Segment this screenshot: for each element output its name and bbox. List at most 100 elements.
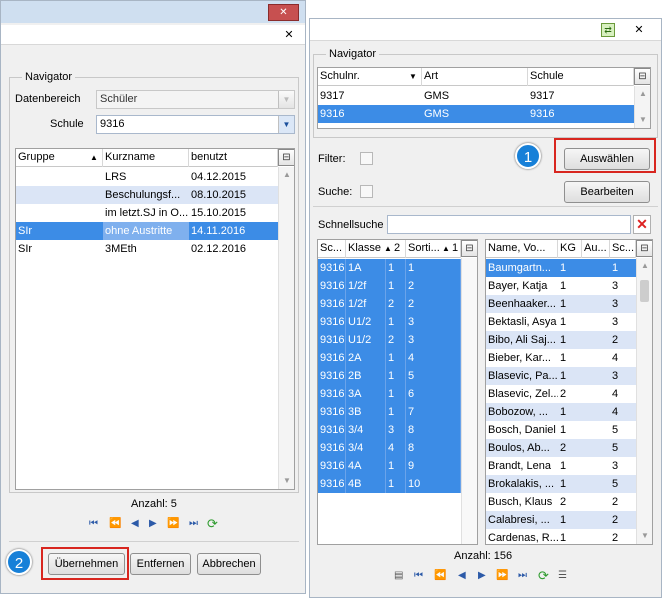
step-badge-1: 1 [515,143,541,169]
column-chooser-icon[interactable]: ⊟ [634,68,650,85]
table-row[interactable]: 9316 2A 1 4 [318,349,461,367]
right-close-x[interactable]: ✕ [631,22,647,38]
table-row[interactable]: 9316 1A 1 1 [318,259,461,277]
suche-checkbox[interactable] [360,185,373,198]
refresh-icon[interactable]: ⟳ [538,569,549,583]
table-row[interactable]: Bosch, Daniel 1 5 [486,421,636,439]
datenbereich-value: Schüler [100,93,138,105]
table-row[interactable]: Boulos, Ab... 2 5 [486,439,636,457]
table-row-selected[interactable]: 9316 GMS 9316 [318,105,634,123]
table-row[interactable]: 9316 4A 1 9 [318,457,461,475]
table-row[interactable]: 9316 3/4 4 8 [318,439,461,457]
table-row-selected[interactable]: Baumgartn... 1 1 [486,259,636,277]
grid-view-icon[interactable]: ☰ [558,569,567,583]
student-grid-scrollbar[interactable]: ▲ ▼ [636,258,652,544]
schnellsuche-input[interactable] [387,215,631,234]
filter-checkbox[interactable] [360,152,373,165]
last-record-icon[interactable]: ⏭ [518,569,527,583]
schule-value: 9316 [100,118,125,130]
highlight-auswaehlen [554,138,656,173]
table-row[interactable]: im letzt.SJ in O... 15.10.2015 [16,204,278,222]
scroll-thumb[interactable] [640,280,649,302]
refresh-icon[interactable]: ⟳ [207,517,218,531]
class-grid-scrollbar[interactable] [461,258,477,544]
table-row[interactable]: 9316 4B 1 10 [318,475,461,493]
prev-page-icon[interactable]: ⏪ [434,569,446,583]
col-schulnr[interactable]: Schulnr. ▼ [318,68,422,86]
next-page-icon[interactable]: ⏩ [496,569,508,583]
table-row[interactable]: Busch, Klaus 2 2 [486,493,636,511]
list-icon[interactable]: ▤ [394,569,403,583]
column-chooser-icon[interactable]: ⊟ [636,240,652,257]
column-chooser-icon[interactable]: ⊟ [278,149,294,166]
chevron-down-icon: ▼ [278,91,294,108]
first-record-icon[interactable]: ⏮ [414,569,423,583]
schule-select[interactable]: 9316 ▼ [96,115,295,134]
col-schulnr-short[interactable]: Sc... [318,240,346,258]
left-dialog: ✕ ✕ Navigator Datenbereich Schüler ▼ Sch… [0,0,306,594]
prev-record-icon[interactable]: ◀ [131,517,139,531]
table-row[interactable]: 9316 2B 1 5 [318,367,461,385]
bearbeiten-button[interactable]: Bearbeiten [564,181,650,203]
table-row[interactable]: Calabresi, ... 1 2 [486,511,636,529]
scroll-up-icon[interactable]: ▲ [635,86,650,102]
col-gruppe[interactable]: Gruppe ▲ [16,149,103,167]
table-row-selected[interactable]: SIr ohne Austritte 14.11.2016 [16,222,278,240]
table-row[interactable]: Blasevic, Zel... 2 4 [486,385,636,403]
next-page-icon[interactable]: ⏩ [167,517,179,531]
scroll-down-icon[interactable]: ▼ [637,528,652,544]
table-row[interactable]: 9316 U1/2 2 3 [318,331,461,349]
table-row[interactable]: Bayer, Katja 1 3 [486,277,636,295]
table-row[interactable]: 9316 1/2f 1 2 [318,277,461,295]
table-row[interactable]: Bobozow, ... 1 4 [486,403,636,421]
scroll-down-icon[interactable]: ▼ [279,473,294,489]
table-row[interactable]: 9317 GMS 9317 [318,87,634,105]
col-schule[interactable]: Schule [528,68,634,86]
table-row[interactable]: Brandt, Lena 1 3 [486,457,636,475]
table-row[interactable]: 9316 3/4 3 8 [318,421,461,439]
table-row[interactable]: Bibo, Ali Saj... 1 2 [486,331,636,349]
table-row[interactable]: Bektasli, Asya 1 3 [486,313,636,331]
table-row[interactable]: 9316 3A 1 6 [318,385,461,403]
chevron-down-icon: ▼ [278,116,294,133]
scroll-down-icon[interactable]: ▼ [635,112,650,128]
scroll-up-icon[interactable]: ▲ [279,167,294,183]
left-grid-scrollbar[interactable]: ▲ ▼ [278,167,294,489]
table-row[interactable]: LRS 04.12.2015 [16,168,278,186]
col-austritt[interactable]: Au... [582,240,610,258]
col-kurzname[interactable]: Kurzname [103,149,189,167]
left-close-button[interactable]: ✕ [268,4,299,21]
column-chooser-icon[interactable]: ⊟ [461,240,477,257]
clear-search-icon[interactable]: ✕ [633,215,651,234]
pin-icon[interactable]: ⇄ [601,23,615,37]
last-record-icon[interactable]: ⏭ [189,517,198,531]
left-close-x[interactable]: ✕ [281,27,297,43]
col-sortierung[interactable]: Sorti... ▲ 1 [406,240,461,258]
prev-page-icon[interactable]: ⏪ [109,517,121,531]
next-record-icon[interactable]: ▶ [149,517,157,531]
table-row[interactable]: Blasevic, Pa... 1 3 [486,367,636,385]
col-kg[interactable]: KG [558,240,582,258]
entfernen-button[interactable]: Entfernen [130,553,191,575]
table-row[interactable]: 9316 U1/2 1 3 [318,313,461,331]
table-row[interactable]: 9316 1/2f 2 2 [318,295,461,313]
prev-record-icon[interactable]: ◀ [458,569,466,583]
table-row[interactable]: Cardenas, R... 1 2 [486,529,636,544]
school-grid-scrollbar[interactable]: ▲ ▼ [634,86,650,128]
table-row[interactable]: 9316 3B 1 7 [318,403,461,421]
col-name[interactable]: Name, Vo... [486,240,558,258]
col-benutzt[interactable]: benutzt [189,149,278,167]
abbrechen-button[interactable]: Abbrechen [197,553,261,575]
col-schule-short[interactable]: Sc... [610,240,636,258]
table-row[interactable]: Beenhaaker... 1 3 [486,295,636,313]
first-record-icon[interactable]: ⏮ [89,517,98,531]
table-row[interactable]: Beschulungsf... 08.10.2015 [16,186,278,204]
table-row[interactable]: Brokalakis, ... 1 5 [486,475,636,493]
next-record-icon[interactable]: ▶ [478,569,486,583]
table-row[interactable]: SIr 3MEth 02.12.2016 [16,240,278,258]
col-klasse[interactable]: Klasse ▲ 2 [346,240,406,258]
datenbereich-select[interactable]: Schüler ▼ [96,90,295,109]
col-art[interactable]: Art [422,68,528,86]
scroll-up-icon[interactable]: ▲ [637,258,652,274]
table-row[interactable]: Bieber, Kar... 1 4 [486,349,636,367]
